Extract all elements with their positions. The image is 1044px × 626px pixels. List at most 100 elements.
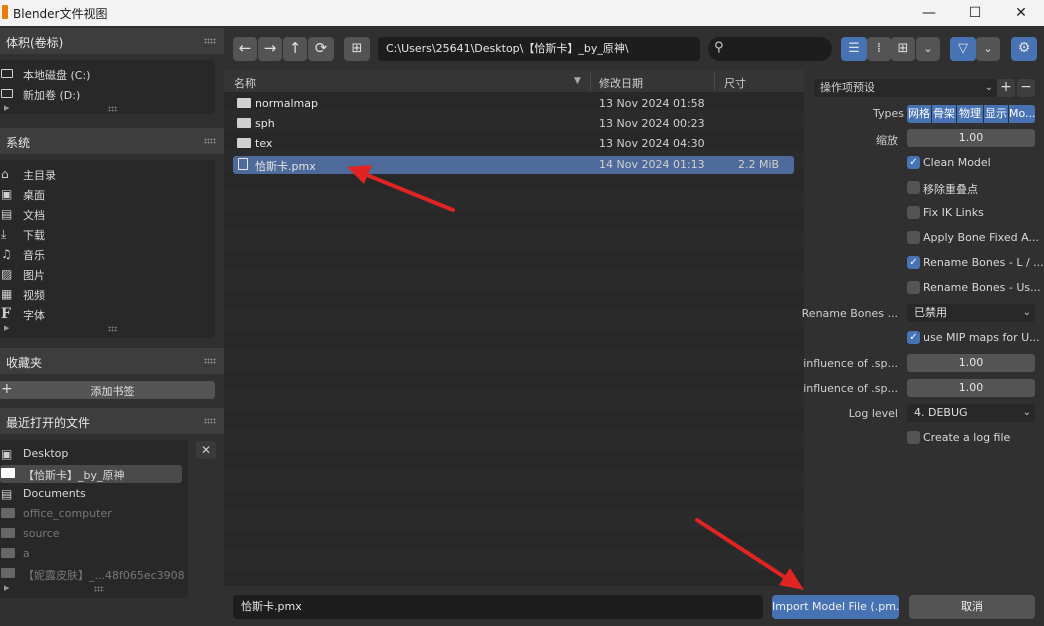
sidebar-item-drive-d[interactable]: 新加卷 (D:)	[0, 85, 200, 103]
drag-grip-icon[interactable]	[204, 418, 216, 424]
sidebar-item-home[interactable]: ⌂ 主目录	[0, 165, 200, 183]
influence-spa-field[interactable]: 1.00	[907, 379, 1035, 397]
checkbox-label: Rename Bones - Us...	[923, 281, 1041, 294]
remove-doubles-checkbox[interactable]: 移除重叠点	[907, 179, 1037, 197]
sidebar-item-label: 桌面	[23, 189, 45, 202]
type-physics-toggle[interactable]: 物理	[957, 105, 983, 123]
recent-item[interactable]: 【妮露皮肤】_...48f065ec3908	[0, 565, 200, 583]
parent-directory-button[interactable]: ↑	[283, 37, 307, 61]
checkbox-label: Rename Bones - L / ...	[923, 256, 1044, 269]
system-panel-header[interactable]: 系统	[0, 128, 224, 154]
directory-path-input[interactable]: C:\Users\25641\Desktop\【恰斯卡】_by_原神\	[378, 37, 700, 61]
sidebar-item-desktop[interactable]: ▣ 桌面	[0, 185, 200, 203]
sidebar-item-pictures[interactable]: ▨ 图片	[0, 265, 200, 283]
apply-bone-fixed-axis-checkbox[interactable]: Apply Bone Fixed A...	[907, 229, 1039, 247]
chevron-down-icon: ⌄	[1022, 407, 1031, 418]
file-row-folder[interactable]: tex 13 Nov 2024 04:30	[233, 135, 794, 153]
filter-toggle-button[interactable]: ▽	[950, 37, 976, 61]
resize-grip-icon[interactable]	[94, 586, 104, 592]
influence-spa-label: influence of .sp...	[803, 382, 898, 395]
fix-ik-links-checkbox[interactable]: Fix IK Links	[907, 204, 1037, 222]
sidebar-item-videos[interactable]: ▦ 视频	[0, 285, 200, 303]
influence-sph-field[interactable]: 1.00	[907, 354, 1035, 372]
recent-item-selected[interactable]: 【恰斯卡】_by_原神	[0, 465, 182, 483]
type-mesh-toggle[interactable]: 网格	[907, 105, 931, 123]
cancel-button[interactable]: 取消	[909, 595, 1035, 619]
scale-field[interactable]: 1.00	[907, 129, 1035, 147]
sidebar-item-downloads[interactable]: ⤓ 下载	[0, 225, 200, 243]
disk-icon	[1, 88, 13, 100]
recent-panel-header[interactable]: 最近打开的文件	[0, 408, 224, 434]
column-divider	[714, 72, 715, 90]
gear-icon[interactable]: ⚙	[1011, 37, 1037, 61]
volumes-panel-header[interactable]: 体积(卷标)	[0, 28, 224, 54]
checkmark-icon: ✓	[907, 156, 920, 169]
recent-item-label: 【恰斯卡】_by_原神	[23, 469, 125, 482]
column-header-size[interactable]: 尺寸	[724, 75, 746, 91]
clean-model-checkbox[interactable]: ✓ Clean Model	[907, 154, 1037, 172]
desktop-icon: ▣	[1, 447, 13, 461]
resize-grip-icon[interactable]	[108, 106, 118, 112]
recent-item[interactable]: source	[0, 525, 200, 543]
create-log-file-checkbox[interactable]: Create a log file	[907, 429, 1037, 447]
recent-item[interactable]: office_computer	[0, 505, 200, 523]
remove-preset-button[interactable]: −	[1017, 79, 1035, 97]
drag-grip-icon[interactable]	[204, 358, 216, 364]
sidebar-item-drive-c[interactable]: 本地磁盘 (C:)	[0, 65, 200, 83]
file-row-selected[interactable]: 恰斯卡.pmx 14 Nov 2024 01:13 2.2 MiB	[233, 156, 794, 174]
sidebar-item-fonts[interactable]: F 字体	[0, 305, 200, 323]
file-icon	[238, 158, 248, 173]
refresh-button[interactable]: ⟳	[308, 37, 334, 61]
drag-grip-icon[interactable]	[204, 138, 216, 144]
operator-presets-dropdown[interactable]: 操作项预设 ⌄	[814, 79, 997, 97]
minimize-button[interactable]: —	[906, 0, 952, 26]
type-morph-toggle[interactable]: Mo...	[1009, 105, 1036, 123]
file-date: 14 Nov 2024 01:13	[599, 158, 705, 171]
type-display-toggle[interactable]: 显示	[984, 105, 1008, 123]
add-preset-button[interactable]: +	[997, 79, 1015, 97]
checkbox-label: Fix IK Links	[923, 206, 984, 219]
type-armature-toggle[interactable]: 骨架	[932, 105, 956, 123]
back-button[interactable]: ←	[233, 37, 257, 61]
search-input[interactable]: ⚲	[708, 37, 832, 61]
column-header-name[interactable]: 名称	[234, 75, 256, 91]
sort-descending-icon[interactable]: ▼	[574, 76, 581, 86]
checkbox-label: use MIP maps for U...	[923, 331, 1040, 344]
close-button[interactable]: ✕	[998, 0, 1044, 26]
use-mip-maps-checkbox[interactable]: ✓ use MIP maps for U...	[907, 329, 1040, 347]
recent-item[interactable]: ▣ Desktop	[0, 445, 200, 463]
maximize-button[interactable]: ☐	[952, 0, 998, 26]
log-level-dropdown[interactable]: 4. DEBUG ⌄	[907, 404, 1035, 422]
chevron-down-icon: ⌄	[984, 82, 993, 93]
sidebar-item-label: 新加卷 (D:)	[23, 89, 81, 102]
import-button[interactable]: Import Model File (.pm...	[772, 595, 899, 619]
drag-grip-icon[interactable]	[204, 38, 216, 44]
expand-triangle-icon[interactable]: ▶	[4, 324, 9, 332]
vertical-list-view-button[interactable]: ☰	[841, 37, 867, 61]
expand-triangle-icon[interactable]: ▶	[4, 104, 9, 112]
column-header-date[interactable]: 修改日期	[599, 75, 643, 91]
file-date: 13 Nov 2024 04:30	[599, 137, 705, 150]
sidebar-item-documents[interactable]: ▤ 文档	[0, 205, 200, 223]
new-folder-button[interactable]: ⊞	[344, 37, 370, 61]
rename-bones-dropdown[interactable]: 已禁用 ⌄	[907, 304, 1035, 322]
display-settings-dropdown[interactable]: ⌄	[916, 37, 940, 61]
recent-item[interactable]: a	[0, 545, 200, 563]
bookmarks-panel-header[interactable]: 收藏夹	[0, 348, 224, 374]
file-row-folder[interactable]: sph 13 Nov 2024 00:23	[233, 115, 794, 133]
filename-input[interactable]: 恰斯卡.pmx	[233, 595, 763, 619]
thumbnail-view-button[interactable]: ⊞	[891, 37, 915, 61]
add-bookmark-button[interactable]: + 添加书签	[0, 381, 215, 399]
remove-recent-button[interactable]: ✕	[196, 441, 216, 459]
recent-item[interactable]: ▤ Documents	[0, 485, 200, 503]
resize-grip-icon[interactable]	[108, 326, 118, 332]
rename-bones-lr-checkbox[interactable]: ✓ Rename Bones - L / ...	[907, 254, 1044, 272]
expand-triangle-icon[interactable]: ▶	[4, 584, 9, 592]
horizontal-list-view-button[interactable]: ⁞	[867, 37, 891, 61]
filter-settings-dropdown[interactable]: ⌄	[976, 37, 1000, 61]
sidebar-item-music[interactable]: ♫ 音乐	[0, 245, 200, 263]
file-row-folder[interactable]: normalmap 13 Nov 2024 01:58	[233, 95, 794, 113]
checkbox-box	[907, 181, 920, 194]
rename-bones-us-checkbox[interactable]: Rename Bones - Us...	[907, 279, 1041, 297]
forward-button[interactable]: →	[258, 37, 282, 61]
